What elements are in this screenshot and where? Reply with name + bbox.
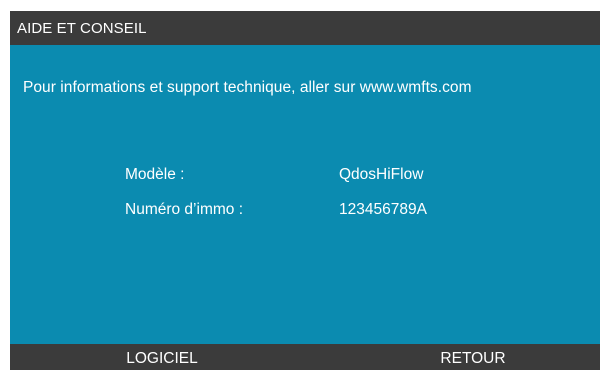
support-info-text: Pour informations et support technique, …: [23, 79, 472, 96]
model-label: Modèle :: [125, 166, 185, 183]
help-screen: AIDE ET CONSEIL Pour informations et sup…: [10, 11, 600, 370]
page-title: AIDE ET CONSEIL: [10, 11, 600, 45]
asset-number-label: Numéro d’immo :: [125, 201, 243, 218]
software-softkey[interactable]: LOGICIEL: [82, 344, 242, 370]
asset-number-value: 123456789A: [339, 201, 427, 218]
device-frame: AIDE ET CONSEIL Pour informations et sup…: [0, 0, 604, 370]
back-softkey[interactable]: RETOUR: [393, 344, 553, 370]
model-value: QdosHiFlow: [339, 166, 424, 183]
softkey-bar: LOGICIEL RETOUR: [10, 344, 600, 370]
